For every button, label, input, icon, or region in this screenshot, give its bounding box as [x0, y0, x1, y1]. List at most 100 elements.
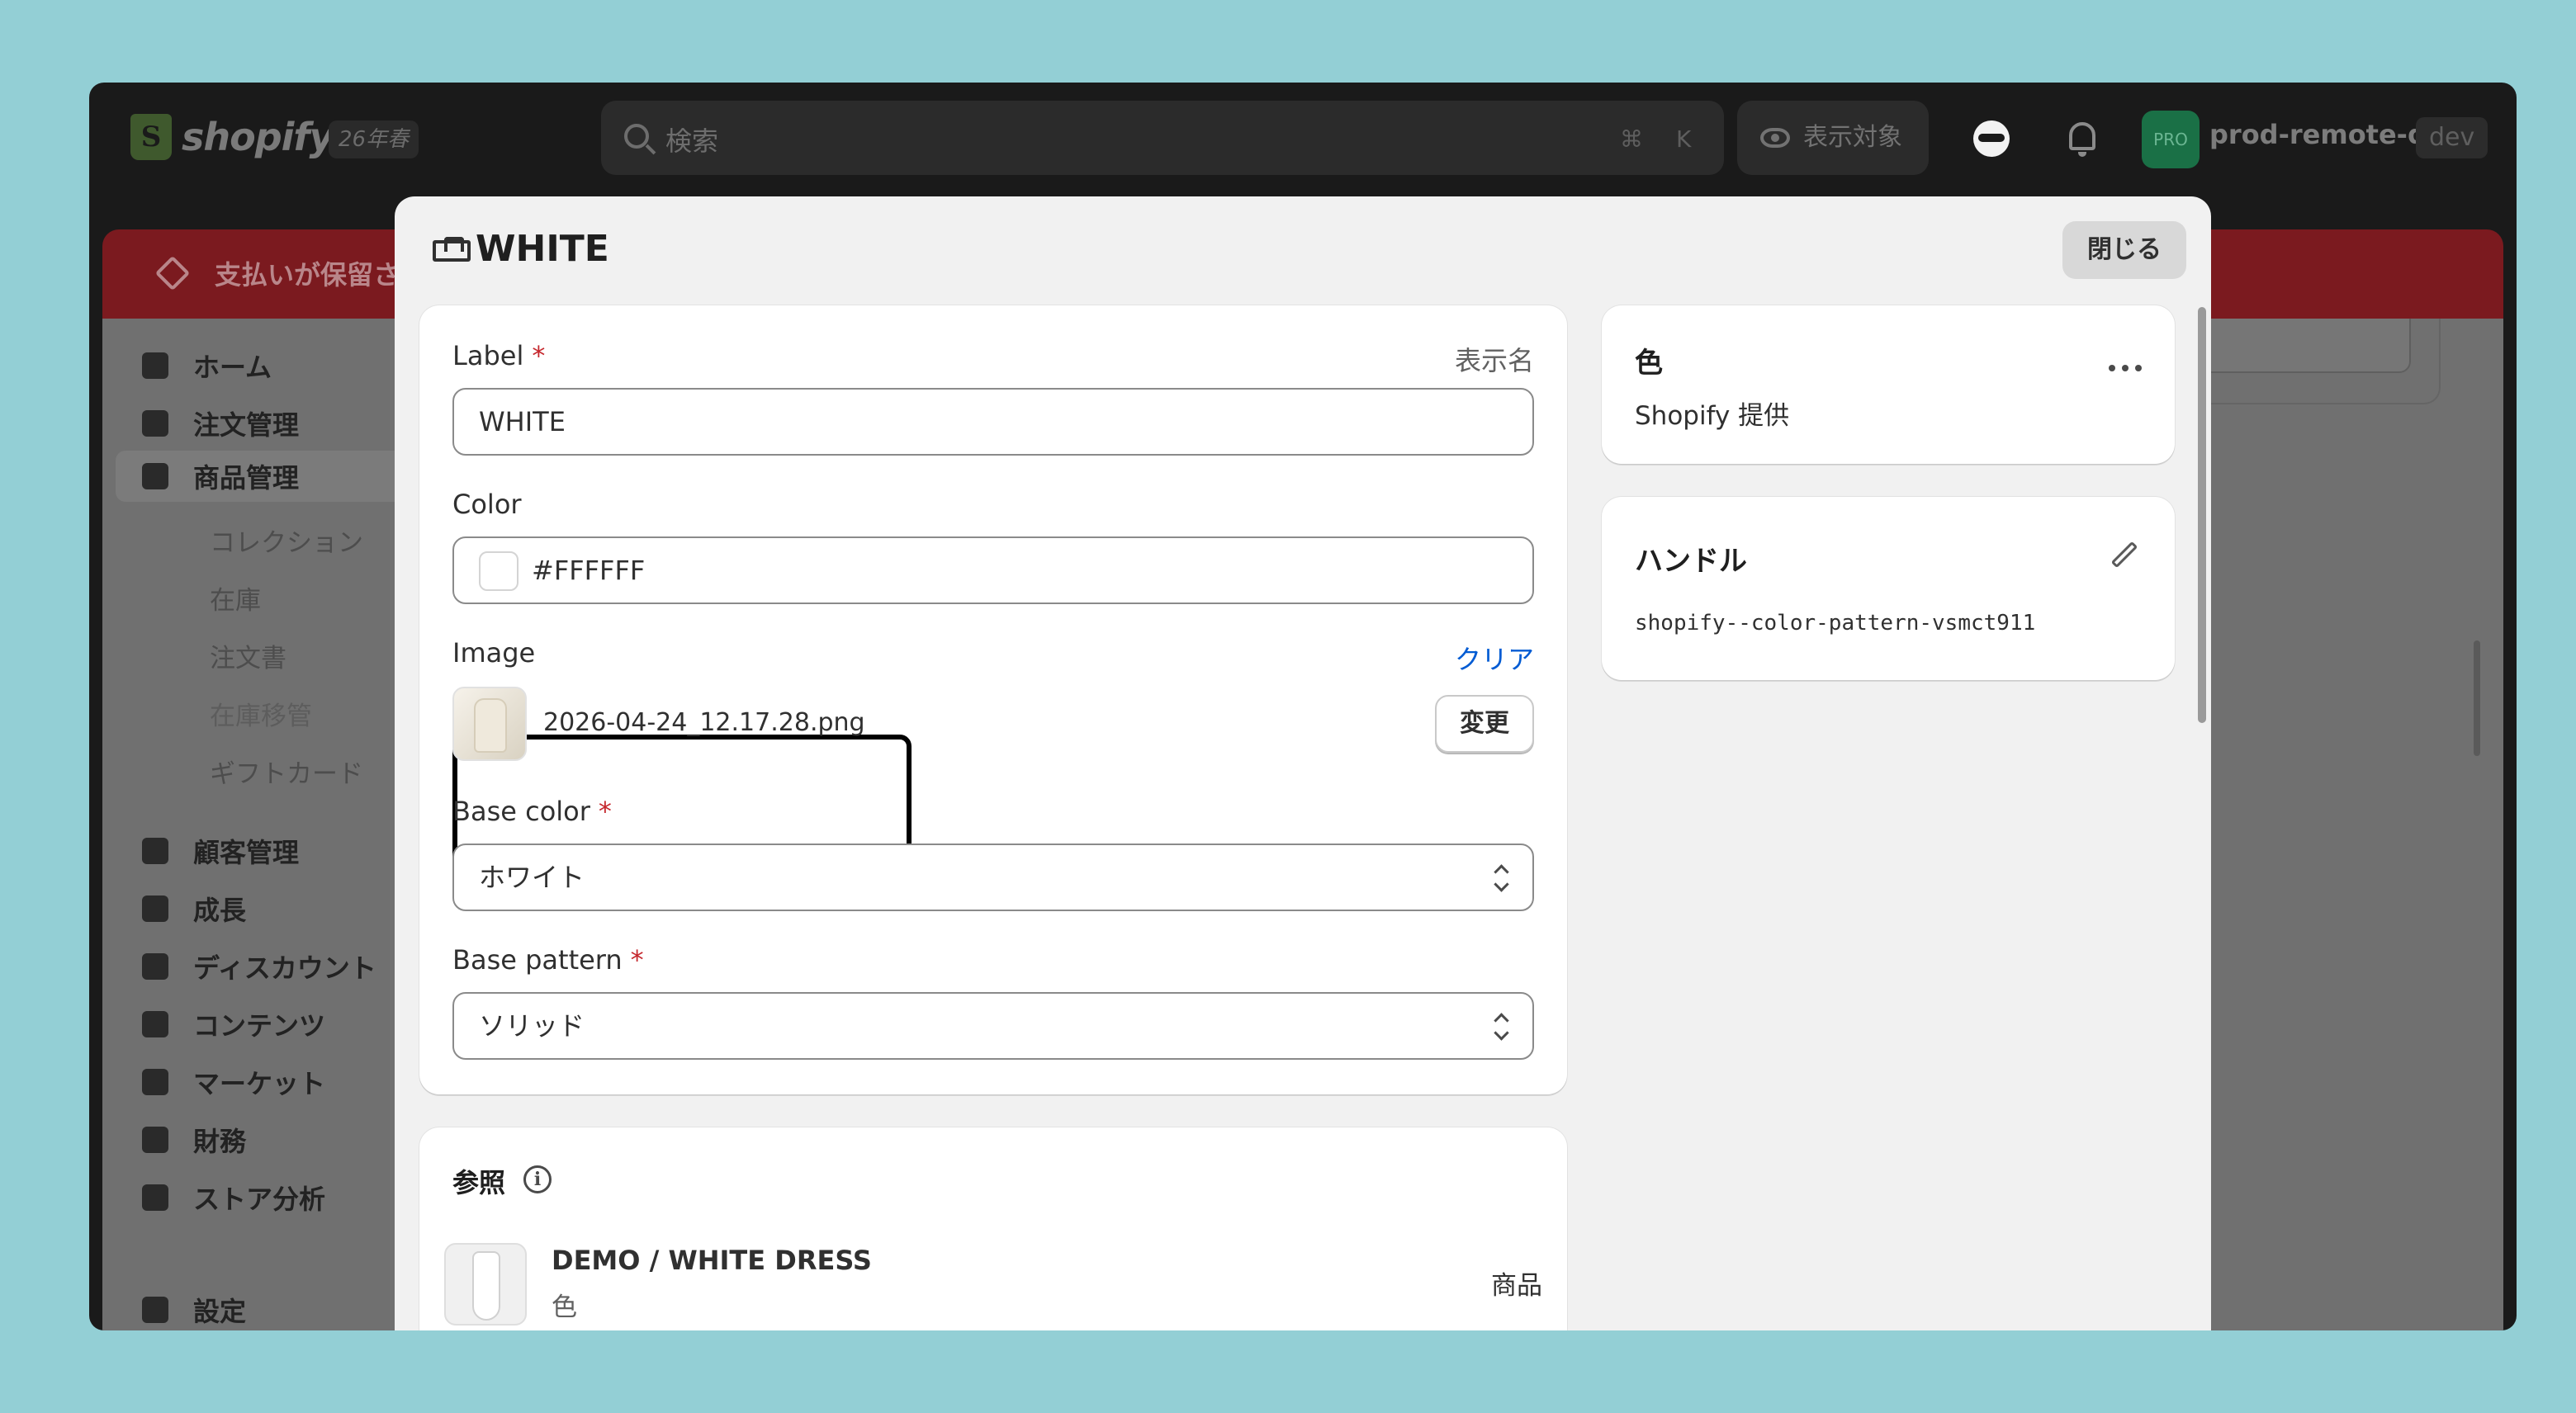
- store-avatar[interactable]: PRO: [2142, 111, 2200, 168]
- search-placeholder: 検索: [665, 125, 719, 157]
- gauge-icon: [142, 896, 168, 922]
- top-bar: shopify 26年春 検索 ⌘ K 表示対象 PRO prod-remote…: [89, 83, 2517, 195]
- color-field-label: Color: [452, 489, 522, 520]
- sidebar-item-label: コンテンツ: [193, 1010, 326, 1042]
- color-value: #FFFFFF: [532, 555, 646, 586]
- shopify-bag-icon: [130, 114, 172, 160]
- sidebar-item-label: 成長: [193, 895, 247, 926]
- sidebar-item-label: ディスカウント: [193, 952, 376, 984]
- handle-value: shopify--color-pattern-vsmct911: [1635, 611, 2036, 636]
- clear-image-link[interactable]: クリア: [1455, 639, 1534, 677]
- handle-card: ハンドル shopify--color-pattern-vsmct911: [1602, 497, 2175, 680]
- image-thumbnail[interactable]: [452, 687, 527, 761]
- more-actions-icon[interactable]: [2109, 365, 2142, 371]
- sidebar-item-label: 顧客管理: [193, 837, 300, 868]
- color-metaobject-modal: WHITE 閉じる Label * 表示名 WHITE Color #FFFFFF…: [395, 196, 2211, 1330]
- sidebar-item-settings[interactable]: 設定: [142, 1291, 246, 1329]
- modal-title: WHITE: [476, 228, 609, 270]
- shortcut-cmd: ⌘: [1620, 125, 1643, 153]
- sidebar-item-label: 商品管理: [193, 462, 300, 494]
- sidebar-item-home[interactable]: ホーム: [142, 347, 272, 385]
- sidebar-item-label: マーケット: [193, 1068, 326, 1099]
- label-field-label: Label *: [452, 340, 546, 371]
- sidebar-item-finance[interactable]: 財務: [142, 1121, 246, 1159]
- env-tag: dev: [2416, 117, 2488, 158]
- sidebar-subitem-purchase-orders[interactable]: 注文書: [210, 637, 286, 674]
- handle-title: ハンドル: [1635, 545, 1747, 578]
- color-input[interactable]: #FFFFFF: [452, 536, 1534, 604]
- chevron-updown-icon: [1493, 1010, 1509, 1043]
- sidebar-item-label: 設定: [193, 1296, 247, 1327]
- gear-icon: [142, 1297, 168, 1323]
- logo-text: shopify: [182, 115, 334, 159]
- base-color-value: ホワイト: [479, 862, 585, 893]
- modal-scrollbar[interactable]: [2198, 307, 2206, 723]
- sidebar-item-analytics[interactable]: ストア分析: [142, 1179, 325, 1217]
- season-badge: 26年春: [329, 121, 419, 158]
- inbox-icon: [142, 410, 168, 437]
- chevron-updown-icon: [1493, 862, 1509, 895]
- eye-icon: [1760, 128, 1790, 148]
- reference-type: 商品: [1491, 1271, 1542, 1301]
- base-pattern-label: Base pattern *: [452, 944, 644, 976]
- person-icon: [142, 838, 168, 864]
- references-title: 参照: [452, 1167, 506, 1198]
- bank-icon: [142, 1127, 168, 1153]
- sidebar-item-growth[interactable]: 成長: [142, 890, 246, 928]
- references-card: 参照 i DEMO / WHITE DRESS 色 商品: [419, 1127, 1567, 1330]
- background-select: [2196, 319, 2411, 373]
- base-color-select[interactable]: ホワイト: [452, 844, 1534, 911]
- base-pattern-value: ソリッド: [479, 1010, 585, 1042]
- sidebar-subitem-gift-cards[interactable]: ギフトカード: [210, 753, 363, 790]
- content-icon: [142, 1011, 168, 1037]
- definition-provider: Shopify 提供: [1635, 401, 1790, 431]
- sidebar-item-markets[interactable]: マーケット: [142, 1063, 325, 1101]
- view-as-label: 表示対象: [1803, 123, 1902, 152]
- base-color-label: Base color *: [452, 796, 612, 827]
- sidebar-item-label: ホーム: [193, 352, 272, 383]
- warning-icon: [154, 255, 191, 291]
- sidebar-item-customers[interactable]: 顧客管理: [142, 832, 299, 870]
- discount-icon: [142, 953, 168, 980]
- sidebar-subitem-transfers[interactable]: 在庫移管: [210, 695, 312, 732]
- reference-thumbnail[interactable]: [444, 1243, 527, 1326]
- sidebar-item-orders[interactable]: 注文管理: [142, 404, 299, 442]
- sidebar-subitem-inventory[interactable]: 在庫: [210, 579, 261, 617]
- image-filename: 2026-04-24_12.17.28.png: [543, 708, 865, 737]
- search-icon: [624, 124, 649, 149]
- bar-chart-icon: [142, 1184, 168, 1211]
- info-icon[interactable]: i: [523, 1165, 552, 1193]
- definition-title: 色: [1635, 347, 1663, 380]
- reference-subtitle: 色: [552, 1292, 577, 1322]
- label-input[interactable]: WHITE: [452, 388, 1534, 456]
- home-icon: [142, 352, 168, 379]
- store-name[interactable]: prod-remote-qa: [2209, 119, 2444, 150]
- sidebar-subitem-collections[interactable]: コレクション: [210, 522, 363, 559]
- close-button[interactable]: 閉じる: [2062, 221, 2186, 279]
- definition-card: 色 Shopify 提供: [1602, 305, 2175, 464]
- incognito-icon[interactable]: [1973, 121, 2010, 157]
- shortcut-key: K: [1676, 125, 1692, 153]
- sidebar-item-label: 財務: [193, 1126, 247, 1157]
- edit-pencil-icon[interactable]: [2110, 541, 2138, 569]
- sidebar-item-content[interactable]: コンテンツ: [142, 1005, 325, 1043]
- sidebar-item-label: ストア分析: [193, 1184, 326, 1215]
- banner-text: 支払いが保留さ: [215, 259, 400, 291]
- label-field-hint: 表示名: [1454, 345, 1534, 376]
- base-pattern-select[interactable]: ソリッド: [452, 992, 1534, 1060]
- reference-title[interactable]: DEMO / WHITE DRESS: [552, 1245, 872, 1276]
- bell-icon[interactable]: [2069, 122, 2095, 157]
- shopify-logo[interactable]: shopify: [130, 114, 334, 160]
- sidebar-item-label: 注文管理: [193, 409, 300, 441]
- color-swatch[interactable]: [479, 551, 519, 591]
- image-field-label: Image: [452, 637, 536, 669]
- view-as-button[interactable]: 表示対象: [1737, 101, 1929, 175]
- change-image-button[interactable]: 変更: [1435, 695, 1534, 753]
- metaobject-icon: [433, 236, 471, 262]
- globe-icon: [142, 1069, 168, 1095]
- fields-card: Label * 表示名 WHITE Color #FFFFFF Image クリア…: [419, 305, 1567, 1094]
- search-bar[interactable]: 検索 ⌘ K: [601, 101, 1724, 175]
- background-scrollbar: [2474, 640, 2480, 756]
- sidebar-item-discounts[interactable]: ディスカウント: [142, 948, 376, 985]
- tag-icon: [142, 463, 168, 489]
